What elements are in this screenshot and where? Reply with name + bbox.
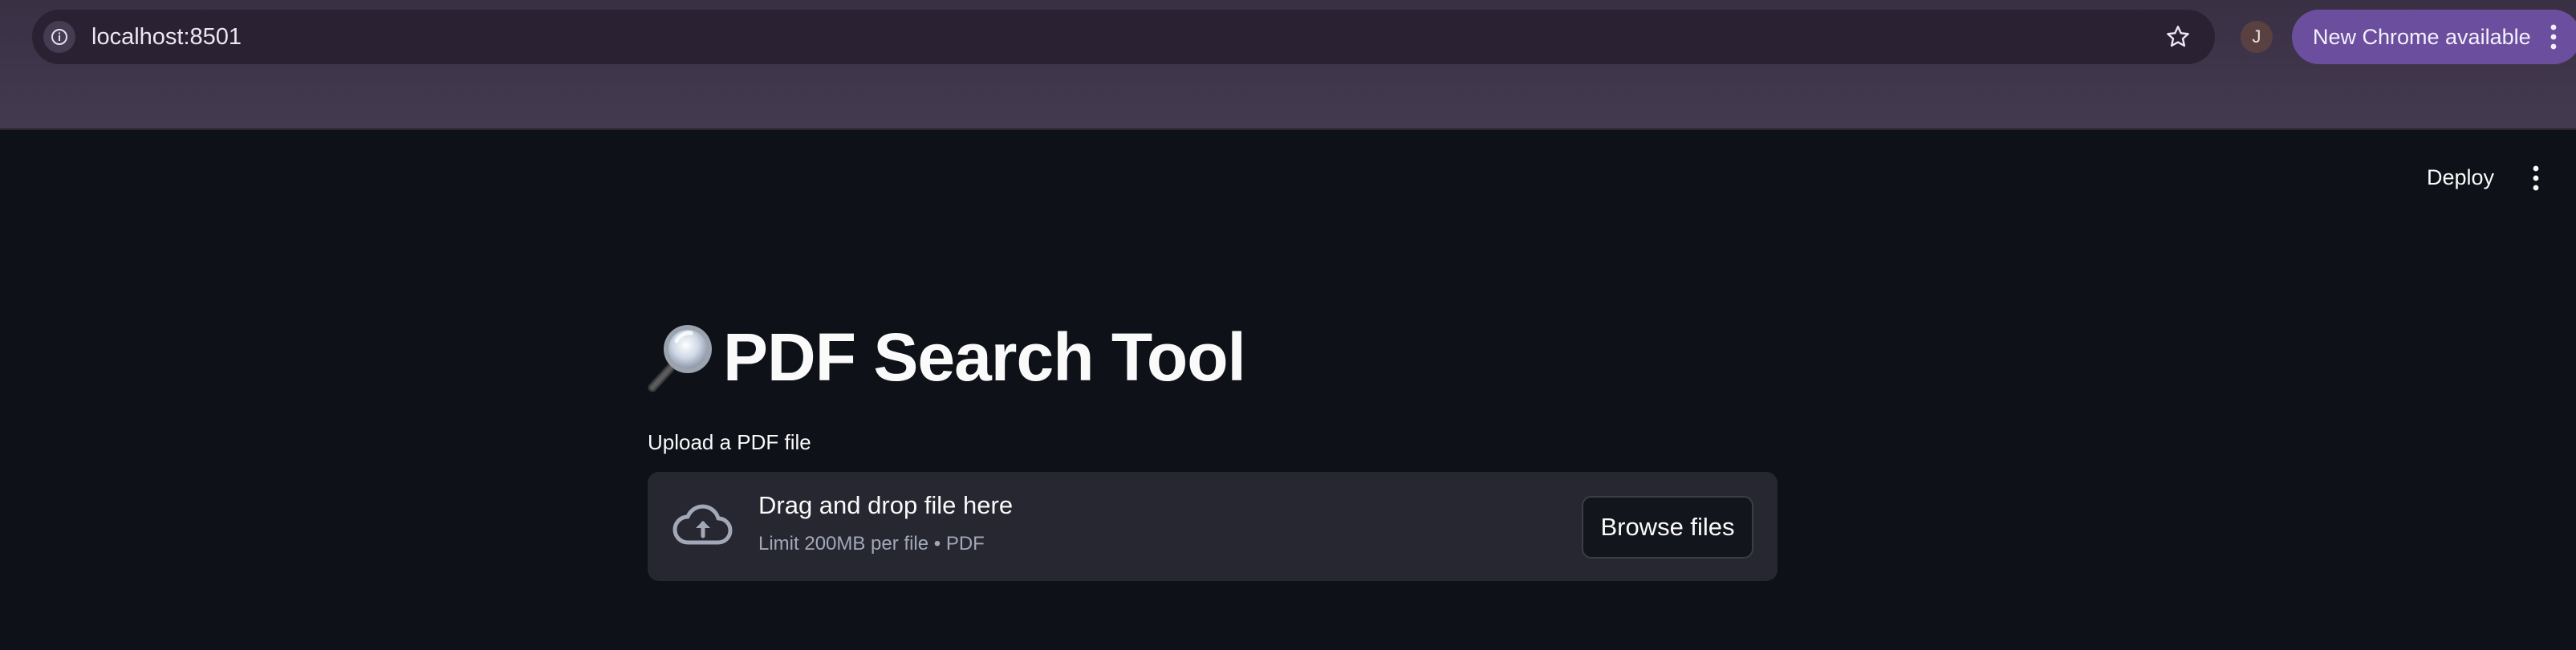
chrome-update-label: New Chrome available <box>2313 24 2531 49</box>
browse-files-button[interactable]: Browse files <box>1582 496 1753 559</box>
file-dropzone[interactable]: Drag and drop file here Limit 200MB per … <box>648 472 1778 581</box>
bookmark-star-icon[interactable] <box>2164 22 2192 51</box>
magnifying-glass-icon <box>646 319 718 396</box>
chrome-update-button[interactable]: New Chrome available <box>2292 10 2576 64</box>
page-title-row: PDF Search Tool <box>646 315 1246 400</box>
chrome-menu-icon[interactable] <box>2549 22 2558 51</box>
file-uploader-label: Upload a PDF file <box>648 430 811 454</box>
dropzone-instructions: Drag and drop file here <box>758 491 1014 519</box>
cloud-upload-icon <box>672 499 734 554</box>
page-title: PDF Search Tool <box>723 319 1246 395</box>
app-menu-icon[interactable] <box>2520 160 2552 196</box>
browser-toolbar: localhost:8501 J New Chrome available <box>0 0 2576 130</box>
dropzone-limit-text: Limit 200MB per file • PDF <box>758 533 985 555</box>
address-bar[interactable]: localhost:8501 <box>32 10 2215 64</box>
profile-avatar[interactable]: J <box>2241 21 2273 53</box>
site-info-icon[interactable] <box>43 21 75 53</box>
deploy-button[interactable]: Deploy <box>2407 157 2513 197</box>
url-text[interactable]: localhost:8501 <box>91 10 242 64</box>
